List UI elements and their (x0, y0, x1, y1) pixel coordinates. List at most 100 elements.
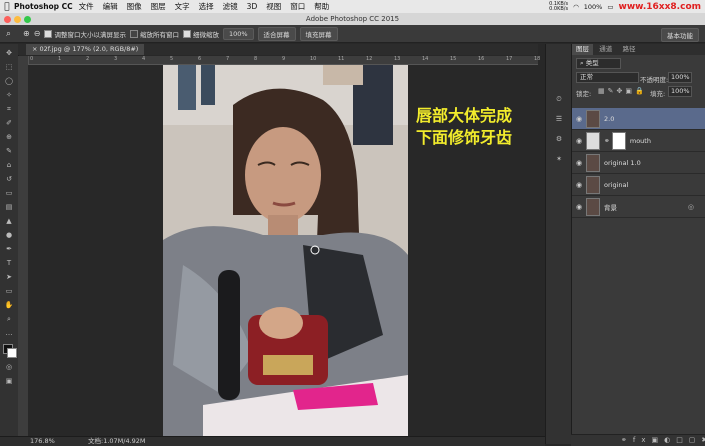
menu-window[interactable]: 窗口 (290, 1, 305, 12)
eye-icon[interactable]: ◉ (572, 181, 586, 189)
layer-row[interactable]: ◉ original (572, 174, 705, 196)
adjustments-panel-icon[interactable]: ⚙ (553, 134, 565, 144)
fill-screen-button[interactable]: 填充屏幕 (299, 26, 338, 41)
history-panel-icon[interactable]: ⏲ (553, 94, 565, 104)
layer-name: mouth (629, 136, 651, 145)
brush-tool-icon[interactable]: ✎ (3, 146, 15, 156)
type-tool-icon[interactable]: T (3, 258, 15, 268)
ruler-mark: 17 (506, 56, 513, 62)
zoom-in-icon[interactable]: ⊕ (23, 29, 30, 38)
opacity-input[interactable]: 100% (668, 72, 692, 83)
screen-mode-icon[interactable]: ▣ (3, 376, 15, 386)
menu-type[interactable]: 文字 (175, 1, 190, 12)
layer-name: original (604, 180, 629, 189)
apple-menu-icon[interactable]:  (0, 2, 14, 12)
ruler-mark: 11 (338, 56, 345, 62)
photo-illustration (163, 65, 408, 436)
zoom-tool-icon-2[interactable]: ⌕ (3, 314, 15, 324)
hand-tool-icon[interactable]: ✋ (3, 300, 15, 310)
zoom-all-windows-checkbox[interactable]: 缩放所有窗口 (129, 29, 179, 39)
move-tool-icon[interactable]: ✥ (3, 48, 15, 58)
menu-view[interactable]: 视图 (266, 1, 281, 12)
gradient-tool-icon[interactable]: ▤ (3, 202, 15, 212)
workspace-switcher[interactable]: 基本功能 (661, 28, 699, 42)
zoom-out-icon[interactable]: ⊖ (34, 29, 41, 38)
quick-select-tool-icon[interactable]: ✧ (3, 90, 15, 100)
minimize-window-icon[interactable] (14, 16, 21, 23)
ruler-mark: 5 (170, 56, 174, 62)
eye-icon[interactable]: ◉ (572, 203, 586, 211)
blend-mode-select[interactable]: 正常 (576, 72, 639, 83)
close-window-icon[interactable] (4, 16, 11, 23)
close-tab-icon[interactable]: × (32, 45, 40, 53)
ruler-mark: 18 (534, 56, 541, 62)
quick-mask-icon[interactable]: ◎ (3, 362, 15, 372)
more-tools-icon[interactable]: … (3, 328, 15, 338)
ruler-mark: 4 (142, 56, 146, 62)
layer-row[interactable]: ◉ ⚭ mouth (572, 130, 705, 152)
properties-panel-icon[interactable]: ☰ (553, 114, 565, 124)
blur-tool-icon[interactable]: ▲ (3, 216, 15, 226)
layer-footer-icons[interactable]: ⚭fx▣◐□▢✖ (621, 436, 705, 444)
healing-brush-tool-icon[interactable]: ⊕ (3, 132, 15, 142)
wifi-icon[interactable]: ◠ (573, 3, 579, 11)
crop-tool-icon[interactable]: ⌗ (3, 104, 15, 114)
battery-level: 100% (583, 2, 603, 11)
layer-row[interactable]: ◉ original 1.0 (572, 152, 705, 174)
tab-layers[interactable]: 图层 (572, 44, 593, 55)
filter-kind-select[interactable]: ⌕ 类型 (576, 58, 621, 69)
background-color-swatch[interactable] (7, 348, 17, 358)
lasso-tool-icon[interactable]: ◯ (3, 76, 15, 86)
battery-icon[interactable]: ▭ (607, 3, 613, 11)
eye-icon[interactable]: ◉ (572, 159, 586, 167)
zoom-100-button[interactable]: 100% (222, 27, 254, 40)
tab-channels[interactable]: 通道 (595, 44, 616, 55)
shape-tool-icon[interactable]: ▭ (3, 286, 15, 296)
lock-icons[interactable]: ▦✎✥▣🔒 (598, 87, 647, 95)
scrubby-zoom-checkbox[interactable]: 细微缩放 (182, 29, 219, 39)
zoom-tool-icon[interactable]: ⌕ (6, 29, 11, 39)
resize-windows-checkbox[interactable]: 调整窗口大小以满屏显示 (44, 29, 126, 39)
lock-icon: ◎ (687, 202, 694, 211)
history-brush-tool-icon[interactable]: ↺ (3, 174, 15, 184)
layer-row[interactable]: ◉ 背景 ◎ (572, 196, 705, 218)
watermark: www.16xx8.com (618, 1, 702, 12)
menu-select[interactable]: 选择 (199, 1, 214, 12)
eye-icon[interactable]: ◉ (572, 137, 586, 145)
menu-3d[interactable]: 3D (247, 2, 258, 11)
eye-icon[interactable]: ◉ (572, 115, 586, 123)
styles-panel-icon[interactable]: ✶ (553, 154, 565, 164)
menu-layer[interactable]: 图层 (151, 1, 166, 12)
layer-mask-thumbnail[interactable] (611, 131, 626, 150)
document-tab-label: 02f.jpg @ 177% (2.0, RGB/8#) (39, 45, 139, 53)
canvas-area[interactable]: 唇部大体完成 下面修饰牙齿 (28, 65, 538, 436)
pen-tool-icon[interactable]: ✒ (3, 244, 15, 254)
photo-image[interactable] (163, 65, 408, 436)
path-select-tool-icon[interactable]: ➤ (3, 272, 15, 282)
app-menu[interactable]: Photoshop CC (14, 2, 73, 11)
horizontal-ruler[interactable]: 0 1 2 3 4 5 6 7 8 9 10 11 12 13 14 15 16 17 18 (28, 56, 541, 65)
marquee-tool-icon[interactable]: ⬚ (3, 62, 15, 72)
scrubby-zoom-label: 细微缩放 (192, 30, 219, 39)
menu-filter[interactable]: 滤镜 (223, 1, 238, 12)
menu-edit[interactable]: 编辑 (103, 1, 118, 12)
lock-label: 锁定: (576, 90, 592, 98)
tab-paths[interactable]: 路径 (618, 44, 639, 55)
ruler-mark: 8 (254, 56, 258, 62)
clone-stamp-tool-icon[interactable]: ⌂ (3, 160, 15, 170)
eraser-tool-icon[interactable]: ▭ (3, 188, 15, 198)
ruler-mark: 7 (226, 56, 230, 62)
fill-input[interactable]: 100% (668, 86, 692, 97)
layer-row[interactable]: ◉ 2.0 (572, 108, 705, 130)
ruler-mark: 9 (282, 56, 286, 62)
ruler-mark: 13 (394, 56, 401, 62)
fit-screen-button[interactable]: 适合屏幕 (257, 26, 296, 41)
document-tab[interactable]: × 02f.jpg @ 177% (2.0, RGB/8#) (26, 44, 145, 55)
menu-help[interactable]: 帮助 (314, 1, 329, 12)
menu-file[interactable]: 文件 (79, 1, 94, 12)
zoom-window-icon[interactable] (24, 16, 31, 23)
options-bar: ⌕ ⊕ ⊖ 调整窗口大小以满屏显示 缩放所有窗口 细微缩放 100% 适合屏幕 … (0, 25, 705, 43)
menu-image[interactable]: 图像 (127, 1, 142, 12)
eyedropper-tool-icon[interactable]: ✐ (3, 118, 15, 128)
dodge-tool-icon[interactable]: ● (3, 230, 15, 240)
